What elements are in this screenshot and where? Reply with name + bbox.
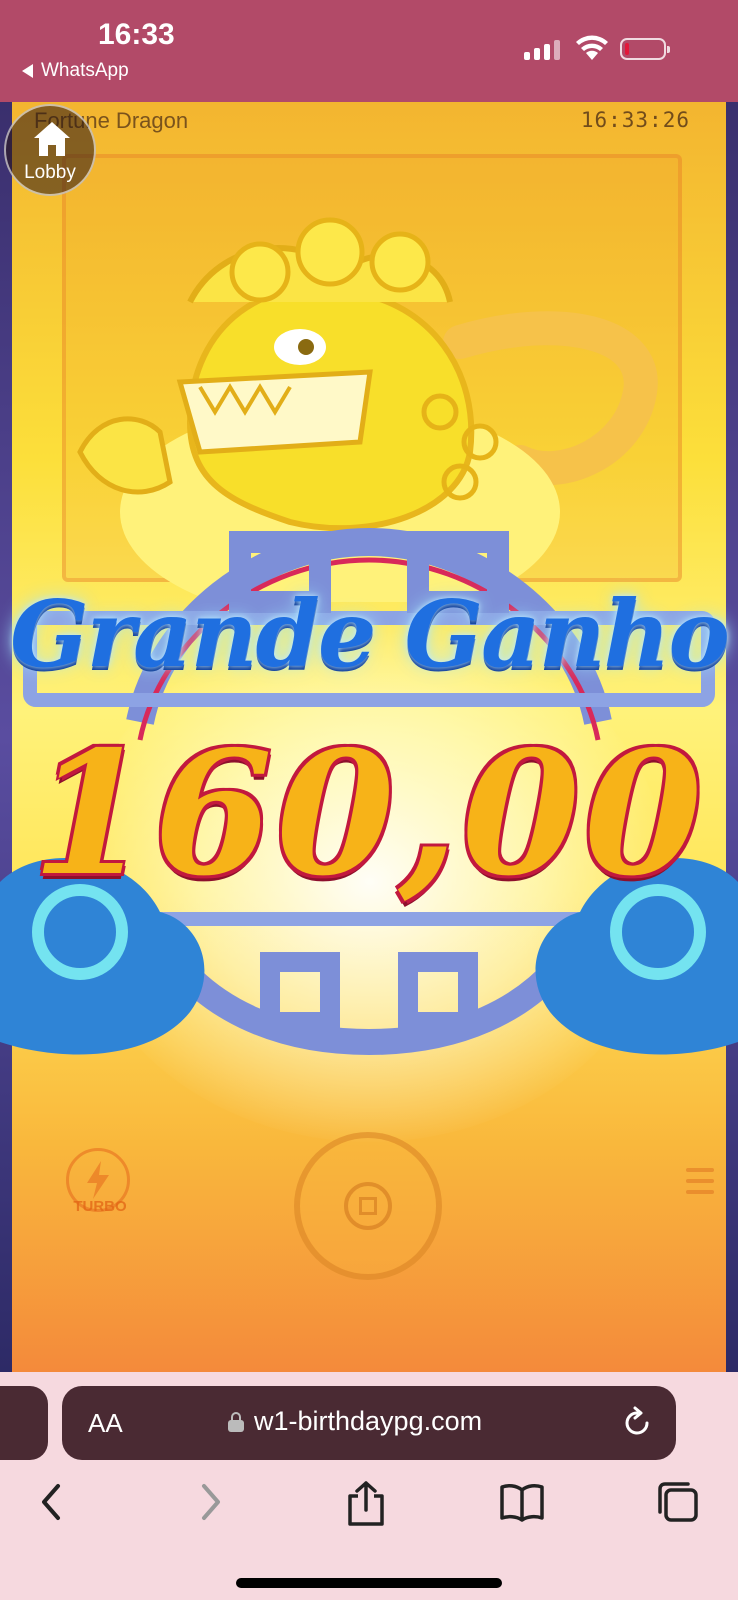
menu-icon[interactable] bbox=[686, 1168, 714, 1201]
book-icon[interactable] bbox=[498, 1480, 546, 1524]
lobby-label: Lobby bbox=[24, 162, 76, 183]
reload-icon[interactable] bbox=[620, 1406, 654, 1440]
wifi-icon bbox=[576, 35, 608, 60]
share-icon[interactable] bbox=[344, 1480, 388, 1528]
home-indicator[interactable] bbox=[236, 1578, 502, 1588]
turbo-label: TURBO bbox=[73, 1198, 127, 1215]
browser-toolbar bbox=[0, 1470, 738, 1540]
text-size-button[interactable]: AA bbox=[88, 1408, 123, 1439]
lock-icon bbox=[228, 1411, 244, 1432]
url-display[interactable]: w1-birthdaypg.com bbox=[228, 1406, 482, 1437]
game-canvas[interactable]: Fortune Dragon 16:33:26 Grande Ganho 160… bbox=[0, 102, 738, 1372]
win-amount: 160,00 bbox=[31, 714, 707, 914]
game-clock: 16:33:26 bbox=[580, 108, 690, 132]
tabs-icon[interactable] bbox=[656, 1480, 700, 1524]
chevron-left-icon[interactable] bbox=[34, 1480, 70, 1524]
back-to-app-link[interactable]: WhatsApp bbox=[22, 60, 129, 82]
status-time: 16:33 bbox=[98, 18, 175, 51]
cellular-signal-icon bbox=[524, 38, 560, 60]
battery-icon bbox=[620, 38, 670, 60]
status-bar: 16:33 WhatsApp bbox=[0, 0, 738, 102]
lobby-button[interactable]: Lobby bbox=[4, 104, 96, 196]
spin-coin-icon bbox=[344, 1182, 392, 1230]
back-triangle-icon bbox=[22, 64, 33, 78]
address-bar[interactable]: AA w1-birthdaypg.com bbox=[62, 1386, 676, 1460]
win-title: Grande Ganho bbox=[10, 580, 730, 688]
chevron-right-icon[interactable] bbox=[192, 1480, 228, 1524]
spin-button[interactable] bbox=[294, 1132, 442, 1280]
home-icon bbox=[34, 122, 70, 156]
back-app-label: WhatsApp bbox=[41, 60, 129, 81]
url-text: w1-birthdaypg.com bbox=[254, 1406, 483, 1436]
previous-tab-preview[interactable] bbox=[0, 1386, 48, 1460]
